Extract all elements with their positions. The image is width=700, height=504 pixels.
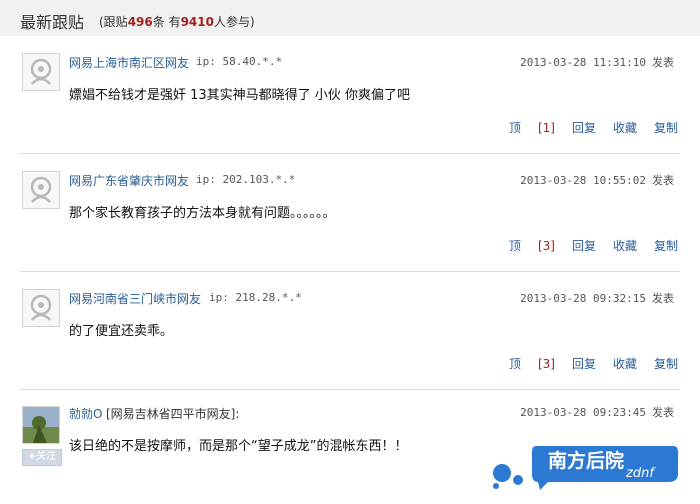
posts-count: 496 bbox=[127, 15, 153, 29]
default-avatar-icon[interactable] bbox=[22, 171, 60, 209]
comment-user-link[interactable]: 网易河南省三门峡市网友 bbox=[69, 290, 201, 307]
copy-button[interactable]: 复制 bbox=[654, 357, 678, 371]
comments-header: 最新跟贴 (跟贴496条 有9410人参与) bbox=[0, 0, 700, 36]
watermark-sub: zdnf bbox=[626, 466, 654, 481]
upvote-button[interactable]: 顶 [1] bbox=[492, 121, 555, 135]
comment-content: 该日绝的不是按摩师，而是那个“望子成龙”的混帐东西！！ bbox=[69, 439, 408, 454]
comment-item: 网易上海市南汇区网友 ip: 58.40.*.* 2013-03-28 11:3… bbox=[0, 36, 700, 154]
comment-time: 2013-03-28 09:32:15 发表 bbox=[520, 292, 674, 305]
comment-time: 2013-03-28 09:23:45 发表 bbox=[520, 406, 674, 419]
comment-actions: 顶 [1] 回复 收藏 复制 bbox=[475, 119, 678, 136]
comment-stats: (跟贴496条 有9410人参与) bbox=[99, 15, 255, 29]
default-avatar-icon[interactable] bbox=[22, 53, 60, 91]
comment-user-link[interactable]: 网易上海市南汇区网友 bbox=[69, 54, 189, 71]
comment-user-link[interactable]: 勍勍O bbox=[69, 405, 102, 422]
comment-ip: ip: 58.40.*.* bbox=[196, 55, 283, 68]
section-title: 最新跟贴 bbox=[20, 13, 85, 32]
participants-count: 9410 bbox=[180, 15, 214, 29]
comment-actions: 顶 [3] 回复 收藏 复制 bbox=[475, 237, 678, 254]
comment-item: 网易河南省三门峡市网友 ip: 218.28.*.* 2013-03-28 09… bbox=[0, 272, 700, 390]
comment-time: 2013-03-28 10:55:02 发表 bbox=[520, 174, 674, 187]
follow-button[interactable]: +关注 bbox=[22, 449, 62, 466]
comment-ip: ip: 202.103.*.* bbox=[196, 173, 296, 186]
upvote-button[interactable]: 顶 [3] bbox=[492, 239, 555, 253]
copy-button[interactable]: 复制 bbox=[654, 239, 678, 253]
comment-actions: 顶 [3] 回复 收藏 复制 bbox=[475, 355, 678, 372]
watermark-text: 南方后院 bbox=[548, 450, 625, 472]
comment-item: 网易广东省肇庆市网友 ip: 202.103.*.* 2013-03-28 10… bbox=[0, 154, 700, 272]
comment-user-location: [网易吉林省四平市网友]: bbox=[106, 407, 240, 421]
comment-content: 的了便宜还卖乖。 bbox=[69, 324, 174, 339]
comment-content: 那个家长教育孩子的方法本身就有问题。。。。。。 bbox=[69, 206, 336, 221]
comment-content: 嫖娼不给钱才是强奸 13其实神马都晓得了 小伙 你爽偏了吧 bbox=[69, 88, 410, 103]
plus-icon: + bbox=[27, 451, 37, 462]
default-avatar-icon[interactable] bbox=[22, 289, 60, 327]
reply-button[interactable]: 回复 bbox=[572, 357, 596, 371]
comment-ip: ip: 218.28.*.* bbox=[209, 291, 302, 304]
watermark-logo: 南方后院 zdnf bbox=[488, 440, 680, 492]
comment-user-link[interactable]: 网易广东省肇庆市网友 bbox=[69, 172, 189, 189]
copy-button[interactable]: 复制 bbox=[654, 121, 678, 135]
upvote-button[interactable]: 顶 [3] bbox=[492, 357, 555, 371]
collect-button[interactable]: 收藏 bbox=[613, 121, 637, 135]
reply-button[interactable]: 回复 bbox=[572, 239, 596, 253]
collect-button[interactable]: 收藏 bbox=[613, 357, 637, 371]
user-avatar[interactable] bbox=[22, 406, 60, 444]
reply-button[interactable]: 回复 bbox=[572, 121, 596, 135]
comment-time: 2013-03-28 11:31:10 发表 bbox=[520, 56, 674, 69]
collect-button[interactable]: 收藏 bbox=[613, 239, 637, 253]
